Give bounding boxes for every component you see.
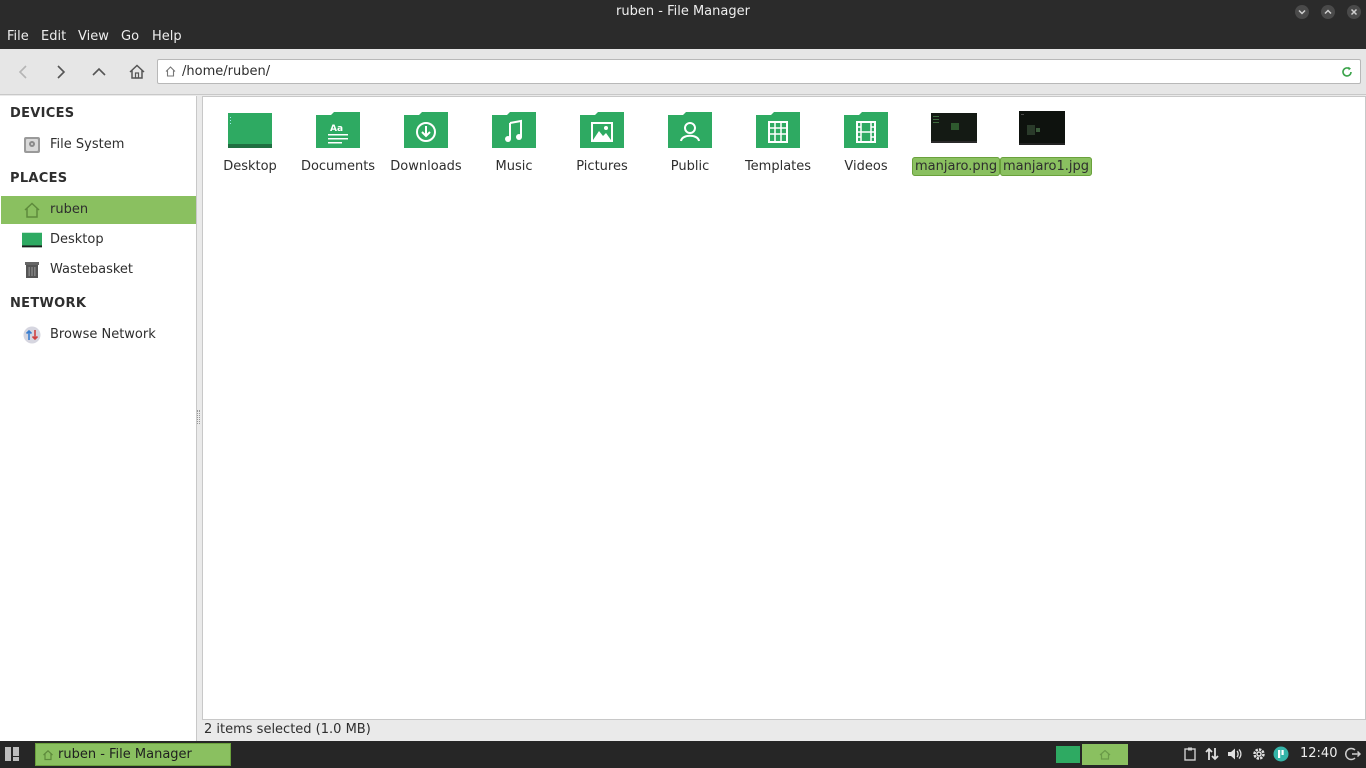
templates-folder-icon (756, 112, 800, 148)
minimize-button[interactable] (1295, 5, 1309, 19)
sidebar-item-wastebasket[interactable]: Wastebasket (1, 256, 196, 284)
downloads-folder-icon (404, 112, 448, 148)
volume-icon[interactable] (1226, 746, 1242, 762)
window-title: ruben - File Manager (616, 4, 750, 19)
clipboard-icon[interactable] (1182, 746, 1198, 762)
sidebar-item-label: Browse Network (50, 327, 156, 342)
toolbar: /home/ruben/ (0, 49, 1366, 95)
menu-go[interactable]: Go (121, 29, 139, 44)
menu-help[interactable]: Help (152, 29, 182, 44)
desktop-folder-icon (228, 113, 272, 148)
public-folder-icon (668, 112, 712, 148)
menu-view[interactable]: View (78, 29, 109, 44)
sidebar-item-label: File System (50, 137, 125, 152)
harddisk-icon (24, 137, 40, 153)
reload-icon[interactable] (1340, 65, 1354, 79)
sidebar-item-label: ruben (50, 202, 89, 217)
file-item-manjaro1-jpg[interactable]: manjaro1.jpg (1000, 107, 1092, 187)
image-thumbnail-icon (1019, 111, 1065, 145)
taskbar: ruben - File Manager 12:40 (0, 741, 1366, 768)
sidebar-item-file-system[interactable]: File System (1, 131, 196, 159)
workspace-1[interactable] (1056, 744, 1080, 765)
desktop-icon (22, 232, 42, 248)
file-item-manjaro-png[interactable]: manjaro.png (912, 107, 1001, 187)
file-name: manjaro.png (912, 157, 1001, 176)
home-icon (165, 66, 176, 77)
sidebar-item-label: Desktop (50, 232, 104, 247)
forward-button[interactable] (50, 61, 72, 83)
taskbar-task-file-manager[interactable]: ruben - File Manager (35, 743, 231, 766)
places-heading: PLACES (10, 171, 68, 186)
desktop-icon (1056, 746, 1080, 763)
svg-text:Aa: Aa (330, 124, 343, 134)
file-item-templates[interactable]: Templates (736, 107, 820, 187)
chevron-up-icon (1324, 9, 1332, 15)
menu-file[interactable]: File (7, 29, 29, 44)
file-name: manjaro1.jpg (1000, 157, 1092, 176)
file-item-public[interactable]: Public (648, 107, 732, 187)
file-item-videos[interactable]: Videos (824, 107, 908, 187)
file-name: Videos (844, 159, 888, 174)
pane-splitter[interactable] (197, 410, 200, 424)
location-path[interactable]: /home/ruben/ (182, 64, 270, 79)
devices-heading: DEVICES (10, 106, 75, 121)
menu-edit[interactable]: Edit (41, 29, 66, 44)
close-button[interactable] (1347, 5, 1361, 19)
sidebar-item-label: Wastebasket (50, 262, 134, 277)
pictures-folder-icon (580, 112, 624, 148)
music-folder-icon (492, 112, 536, 148)
network-transfer-icon[interactable] (1204, 746, 1220, 762)
file-name: Public (670, 159, 710, 174)
sidebar: DEVICES File System PLACES ruben Desktop… (0, 96, 197, 741)
task-label: ruben - File Manager (58, 747, 192, 762)
window-titlebar[interactable]: ruben - File Manager (0, 0, 1366, 24)
documents-folder-icon: Aa (316, 112, 360, 148)
status-text: 2 items selected (1.0 MB) (204, 722, 371, 737)
file-item-desktop[interactable]: Desktop (208, 107, 292, 187)
home-icon (43, 749, 53, 761)
up-arrow-icon (92, 67, 106, 76)
back-button[interactable] (13, 61, 35, 83)
file-name: Desktop (223, 159, 277, 174)
videos-folder-icon (844, 112, 888, 148)
logout-icon[interactable] (1345, 746, 1361, 762)
home-icon (24, 202, 40, 218)
up-button[interactable] (88, 61, 110, 83)
file-view[interactable]: Desktop Aa Documents Downloads Music Pic… (202, 96, 1366, 720)
file-name: Music (495, 159, 533, 174)
file-item-downloads[interactable]: Downloads (384, 107, 468, 187)
settings-gear-icon[interactable] (1251, 746, 1267, 762)
sidebar-item-desktop[interactable]: Desktop (1, 226, 196, 254)
home-icon (129, 64, 145, 79)
close-icon (1350, 8, 1358, 16)
update-manager-icon[interactable] (1273, 746, 1289, 762)
menu-icon[interactable] (4, 746, 20, 762)
clock[interactable]: 12:40 (1300, 746, 1337, 761)
file-item-pictures[interactable]: Pictures (560, 107, 644, 187)
back-arrow-icon (18, 65, 27, 79)
network-icon (23, 326, 41, 344)
home-icon (1099, 749, 1111, 760)
forward-arrow-icon (57, 65, 66, 79)
sidebar-item-ruben[interactable]: ruben (1, 196, 196, 224)
image-thumbnail-icon (931, 113, 977, 143)
file-item-documents[interactable]: Aa Documents (296, 107, 380, 187)
file-name: Documents (300, 159, 376, 174)
status-bar: 2 items selected (1.0 MB) (202, 721, 1366, 741)
network-heading: NETWORK (10, 296, 87, 311)
workspace-2[interactable] (1082, 744, 1128, 765)
file-name: Pictures (576, 159, 628, 174)
file-item-music[interactable]: Music (472, 107, 556, 187)
menu-bar: File Edit View Go Help (0, 24, 1366, 49)
maximize-button[interactable] (1321, 5, 1335, 19)
trash-icon (25, 262, 39, 278)
location-bar[interactable]: /home/ruben/ (157, 59, 1361, 84)
file-name: Downloads (390, 159, 462, 174)
file-name: Templates (744, 159, 812, 174)
chevron-down-icon (1298, 9, 1306, 15)
home-button[interactable] (126, 61, 148, 83)
sidebar-item-browse-network[interactable]: Browse Network (1, 321, 196, 349)
